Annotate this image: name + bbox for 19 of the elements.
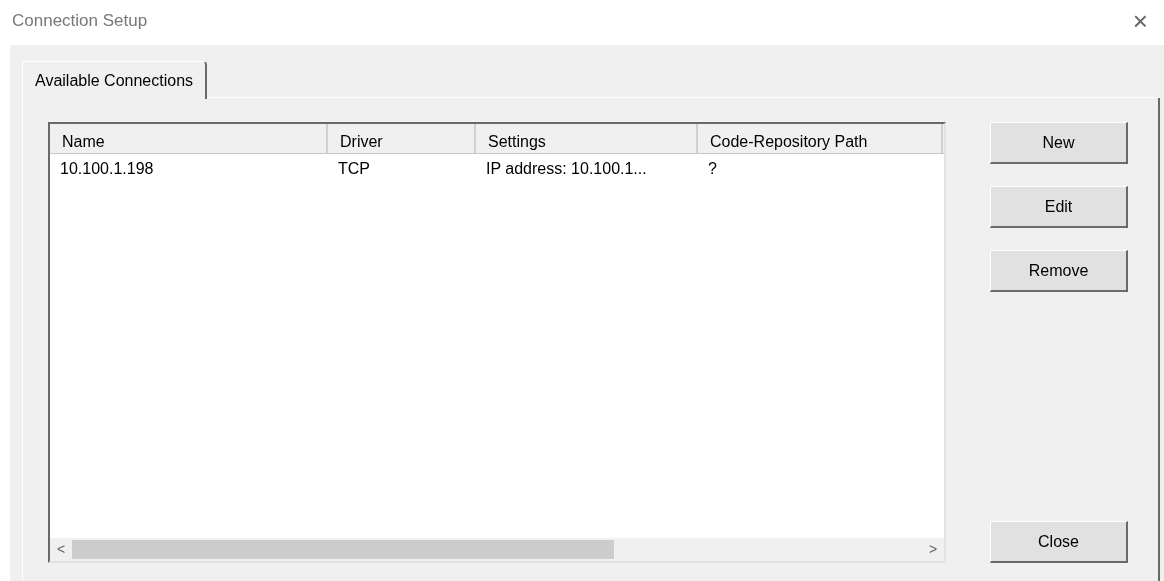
horizontal-scrollbar[interactable]: < > (50, 538, 944, 561)
action-button[interactable]: New (990, 122, 1128, 164)
scroll-thumb[interactable] (72, 540, 614, 559)
close-button[interactable]: × (1132, 8, 1148, 34)
column-header[interactable]: Driver (328, 124, 476, 153)
window-title: Connection Setup (12, 10, 148, 32)
tab[interactable]: Available Connections (22, 61, 208, 99)
dialog-close-button[interactable]: Close (990, 521, 1128, 563)
scroll-left-button[interactable]: < (50, 538, 72, 561)
table-cell: ? (708, 160, 717, 177)
table-cell: TCP (338, 160, 370, 177)
table-cell: IP address: 10.100.1... (486, 160, 647, 177)
action-button[interactable]: Remove (990, 250, 1128, 292)
column-header[interactable]: Name (50, 124, 328, 153)
column-header[interactable]: Settings (476, 124, 698, 153)
table-cell: 10.100.1.198 (60, 160, 154, 177)
column-header[interactable]: Code-Repository Path (698, 124, 943, 153)
scroll-right-button[interactable]: > (922, 538, 944, 561)
action-button[interactable]: Edit (990, 186, 1128, 228)
